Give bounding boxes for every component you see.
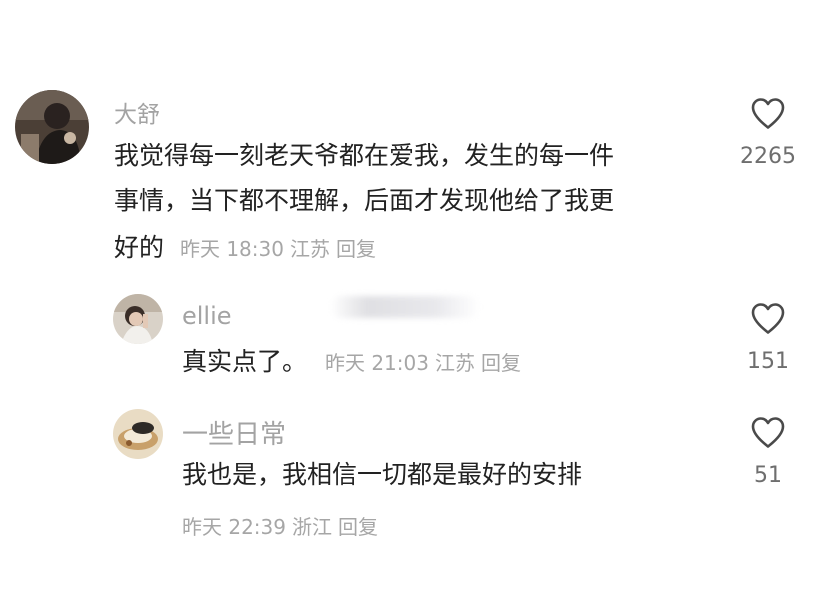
avatar[interactable] <box>113 294 163 344</box>
like-control: 151 <box>723 302 813 374</box>
comment-text-tail: 好的 <box>114 233 165 262</box>
reply-username[interactable]: 一些日常 <box>182 414 286 451</box>
like-count: 2265 <box>740 144 796 169</box>
reply-username[interactable]: ellie <box>182 302 232 330</box>
reply-button[interactable]: 回复 <box>336 237 376 261</box>
comment-text-last-line: 好的 昨天 18:30 江苏 回复 <box>114 225 382 272</box>
like-control: 51 <box>723 416 813 488</box>
comment-location: 浙江 <box>292 515 332 539</box>
comment-time: 昨天 21:03 <box>324 351 429 375</box>
like-control: 2265 <box>723 97 813 169</box>
blurred-watermark <box>330 296 480 318</box>
heart-outline-icon[interactable] <box>750 302 786 335</box>
reply-text-line: 真实点了。 昨天 21:03 江苏 回复 <box>182 339 527 386</box>
comment-meta: 昨天 22:39 浙江 回复 <box>182 511 384 540</box>
heart-outline-icon[interactable] <box>750 416 786 449</box>
comment-meta: 昨天 21:03 江苏 回复 <box>325 351 527 375</box>
reply-text: 我也是，我相信一切都是最好的安排 <box>182 460 583 489</box>
comment-time: 昨天 22:39 <box>182 515 286 539</box>
comment-time: 昨天 18:30 <box>179 237 284 261</box>
like-count: 151 <box>747 349 789 374</box>
reply-button[interactable]: 回复 <box>481 351 521 375</box>
comment-text-line: 我觉得每一刻老天爷都在爱我，发生的每一件 <box>114 141 615 170</box>
comment-meta: 昨天 18:30 江苏 回复 <box>180 237 382 261</box>
reply-button[interactable]: 回复 <box>338 515 378 539</box>
comment-location: 江苏 <box>289 237 330 261</box>
reply-text: 真实点了。 <box>182 347 308 376</box>
comment-username[interactable]: 大舒 <box>114 95 160 129</box>
like-count: 51 <box>754 463 782 488</box>
avatar[interactable] <box>15 90 89 164</box>
heart-outline-icon[interactable] <box>750 97 786 130</box>
comment-text-line: 事情，当下都不理解，后面才发现他给了我更 <box>114 186 615 215</box>
comment-location: 江苏 <box>434 351 475 375</box>
avatar[interactable] <box>113 409 163 459</box>
